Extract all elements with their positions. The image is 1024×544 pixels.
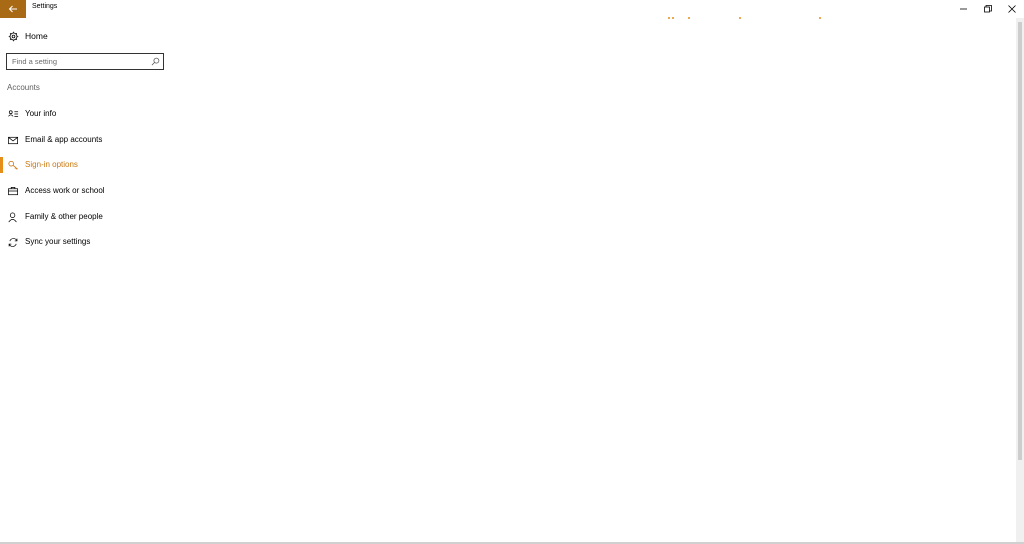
sidebar-item-label: Access work or school — [25, 186, 105, 195]
section-title: Accounts — [7, 83, 40, 92]
scrollbar[interactable] — [1016, 18, 1024, 544]
home-label: Home — [25, 31, 48, 41]
restore-button[interactable] — [976, 0, 1000, 18]
scrollbar-thumb[interactable] — [1018, 22, 1022, 460]
minimize-button[interactable] — [952, 0, 976, 18]
minimize-icon — [960, 8, 967, 10]
person-icon — [8, 212, 17, 223]
search-icon[interactable] — [151, 57, 160, 66]
search-box — [6, 53, 164, 70]
sidebar-item-access-work-or-school[interactable]: Access work or school — [0, 182, 190, 200]
nav-home[interactable]: Home — [0, 28, 190, 46]
sidebar-item-family-other-people[interactable]: Family & other people — [0, 208, 190, 226]
back-button[interactable] — [0, 0, 26, 18]
app-title: Settings — [32, 3, 58, 10]
gear-icon — [8, 31, 19, 42]
briefcase-icon — [8, 187, 18, 196]
arrow-left-icon — [8, 5, 17, 13]
title-bar: Settings — [0, 0, 1024, 18]
sync-icon — [8, 238, 18, 247]
key-icon — [8, 160, 18, 170]
sidebar-item-label: Email & app accounts — [25, 135, 103, 144]
settings-window: Settings Home Find a setting Accounts Yo… — [0, 0, 1024, 544]
close-button[interactable] — [1000, 0, 1024, 18]
sidebar-item-sync-your-settings[interactable]: Sync your settings — [0, 233, 190, 251]
close-icon — [1008, 5, 1016, 13]
search-input[interactable] — [12, 54, 147, 69]
sidebar-item-label: Sign-in options — [25, 160, 78, 169]
restore-icon — [984, 5, 992, 13]
mail-icon — [8, 136, 18, 145]
person-card-icon — [8, 110, 19, 117]
progress-dot — [668, 17, 670, 19]
progress-dot — [739, 17, 741, 19]
progress-dot — [819, 17, 821, 19]
progress-dot — [688, 17, 690, 19]
selection-indicator — [0, 157, 3, 173]
sidebar-item-label: Your info — [25, 109, 57, 118]
sidebar-item-label: Family & other people — [25, 212, 103, 221]
progress-dot — [672, 17, 674, 19]
sidebar-item-your-info[interactable]: Your info — [0, 105, 190, 123]
sidebar-item-email-app-accounts[interactable]: Email & app accounts — [0, 131, 190, 149]
sidebar-item-label: Sync your settings — [25, 237, 91, 246]
sidebar-item-sign-in-options[interactable]: Sign-in options — [0, 156, 190, 174]
